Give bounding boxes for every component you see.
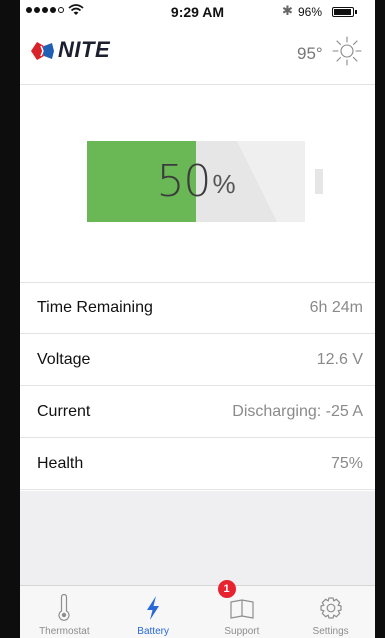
notification-badge: 1	[217, 580, 236, 598]
info-row-health: Health 75%	[20, 438, 375, 490]
tab-settings[interactable]: Settings	[286, 586, 375, 638]
sun-icon	[332, 36, 362, 66]
brand-name: NITE	[58, 37, 111, 62]
info-value: 75%	[330, 454, 363, 472]
tab-battery[interactable]: Battery	[109, 586, 198, 638]
status-battery-nub	[355, 10, 357, 14]
tab-label: Thermostat	[39, 626, 90, 637]
book-icon	[230, 599, 254, 619]
info-row-voltage: Voltage 12.6 V	[20, 334, 375, 386]
info-row-time-remaining: Time Remaining 6h 24m	[20, 282, 375, 334]
app-header: NITE 95°	[20, 22, 375, 84]
battery-info-list: Time Remaining 6h 24m Voltage 12.6 V Cur…	[20, 282, 375, 490]
battery-body: 50 %	[87, 141, 305, 222]
bluetooth-icon: ✱	[282, 3, 293, 18]
info-label: Voltage	[37, 350, 91, 368]
lightning-icon	[147, 596, 160, 620]
content-background	[20, 491, 375, 585]
tab-thermostat[interactable]: Thermostat	[20, 586, 109, 638]
brand-logo-icon	[31, 42, 54, 60]
tab-label: Settings	[312, 626, 349, 637]
outside-temperature: 95°	[297, 44, 323, 63]
gear-icon	[320, 597, 342, 619]
tab-support[interactable]: 1 Support	[198, 580, 287, 638]
tab-bar: Thermostat Battery 1 Support Settings	[20, 580, 375, 638]
info-value: 6h 24m	[309, 298, 363, 316]
info-label: Current	[37, 402, 91, 420]
info-value: Discharging: -25 A	[232, 402, 363, 420]
header-divider	[20, 84, 375, 85]
thermometer-icon	[58, 594, 70, 621]
battery-percentage-unit: %	[212, 169, 236, 199]
status-bar: 9:29 AM ✱ 96%	[20, 0, 375, 22]
info-row-current: Current Discharging: -25 A	[20, 386, 375, 438]
battery-gauge: 50 %	[87, 141, 323, 222]
app-screen: 9:29 AM ✱ 96% NITE 95° 50 % Time Remaini…	[20, 0, 375, 638]
battery-percentage: 50 %	[87, 141, 305, 222]
status-battery-percent: 96%	[298, 5, 323, 19]
info-value: 12.6 V	[316, 350, 363, 368]
battery-percentage-number: 50	[156, 156, 211, 207]
info-label: Health	[37, 454, 84, 472]
battery-cap	[315, 169, 323, 194]
tab-label: Battery	[137, 626, 169, 637]
status-battery-icon	[332, 7, 354, 17]
info-label: Time Remaining	[37, 298, 153, 316]
tab-label: Support	[224, 626, 260, 637]
